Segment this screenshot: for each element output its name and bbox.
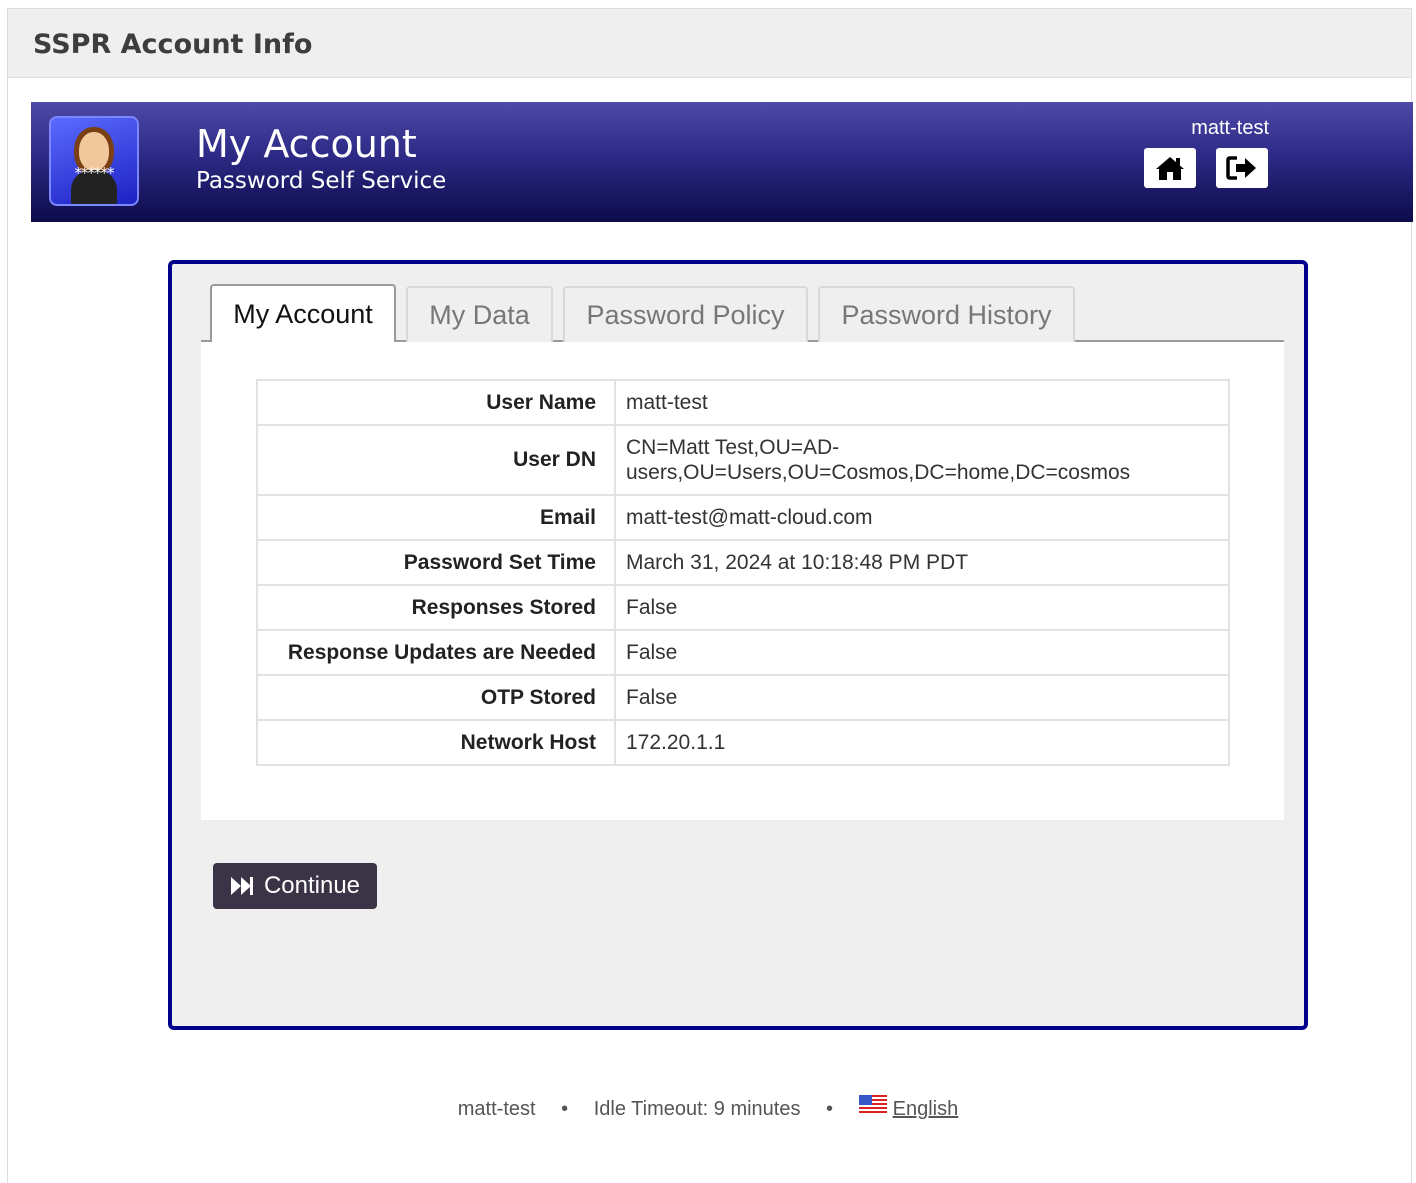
us-flag-icon	[858, 1095, 887, 1113]
tab-my-data[interactable]: My Data	[406, 286, 553, 342]
footer: matt-test • Idle Timeout: 9 minutes • En…	[0, 1095, 1416, 1121]
tab-panel: User Name matt-test User DN CN=Matt Test…	[201, 342, 1284, 820]
row-value: 172.20.1.1	[614, 719, 1230, 766]
continue-label: Continue	[263, 872, 361, 899]
app-title: SSPR Account Info	[33, 29, 313, 60]
logout-icon	[1226, 156, 1256, 180]
row-key: User Name	[256, 379, 616, 426]
table-row: Password Set Time March 31, 2024 at 10:1…	[256, 539, 1230, 586]
row-key: OTP Stored	[256, 674, 616, 721]
row-value: False	[614, 674, 1230, 721]
header-subtitle: Password Self Service	[196, 168, 447, 194]
user-dn-value: CN=Matt Test,OU=AD-users,OU=Users,OU=Cos…	[626, 436, 1131, 484]
row-value: CN=Matt Test,OU=AD-users,OU=Users,OU=Cos…	[614, 424, 1230, 496]
row-value: matt-test	[614, 379, 1230, 426]
row-key: Email	[256, 494, 616, 541]
table-row: Response Updates are Needed False	[256, 629, 1230, 676]
language-link[interactable]: English	[893, 1098, 959, 1120]
header-title: My Account	[196, 122, 417, 166]
logout-button[interactable]	[1216, 148, 1268, 188]
tab-password-policy[interactable]: Password Policy	[563, 286, 808, 342]
row-key: User DN	[256, 424, 616, 496]
fast-forward-icon	[230, 877, 253, 895]
footer-separator: •	[561, 1098, 569, 1120]
tab-my-account[interactable]: My Account	[210, 284, 396, 342]
app-titlebar: SSPR Account Info	[7, 8, 1412, 78]
row-key: Responses Stored	[256, 584, 616, 631]
logo-password-stars: ******	[74, 164, 115, 182]
footer-username: matt-test	[457, 1098, 536, 1120]
header-band: ****** My Account Password Self Service …	[31, 102, 1413, 222]
app-logo: ******	[49, 116, 139, 206]
table-row: OTP Stored False	[256, 674, 1230, 721]
footer-separator: •	[826, 1098, 834, 1120]
row-value: matt-test@matt-cloud.com	[614, 494, 1230, 541]
account-info-table: User Name matt-test User DN CN=Matt Test…	[256, 379, 1230, 766]
content-box: My Account My Data Password Policy Passw…	[168, 260, 1308, 1030]
idle-timeout: Idle Timeout: 9 minutes	[593, 1098, 801, 1120]
tab-bar: My Account My Data Password Policy Passw…	[201, 284, 1284, 342]
table-row: User DN CN=Matt Test,OU=AD-users,OU=User…	[256, 424, 1230, 496]
row-key: Response Updates are Needed	[256, 629, 616, 676]
table-row: Network Host 172.20.1.1	[256, 719, 1230, 766]
table-row: Responses Stored False	[256, 584, 1230, 631]
continue-button[interactable]: Continue	[213, 863, 377, 909]
table-row: User Name matt-test	[256, 379, 1230, 426]
row-value: False	[614, 584, 1230, 631]
row-value: March 31, 2024 at 10:18:48 PM PDT	[614, 539, 1230, 586]
row-value: False	[614, 629, 1230, 676]
header-username: matt-test	[1191, 117, 1269, 139]
home-icon	[1156, 157, 1184, 180]
table-row: Email matt-test@matt-cloud.com	[256, 494, 1230, 541]
home-button[interactable]	[1144, 148, 1196, 188]
row-key: Password Set Time	[256, 539, 616, 586]
tab-password-history[interactable]: Password History	[818, 286, 1075, 342]
row-key: Network Host	[256, 719, 616, 766]
